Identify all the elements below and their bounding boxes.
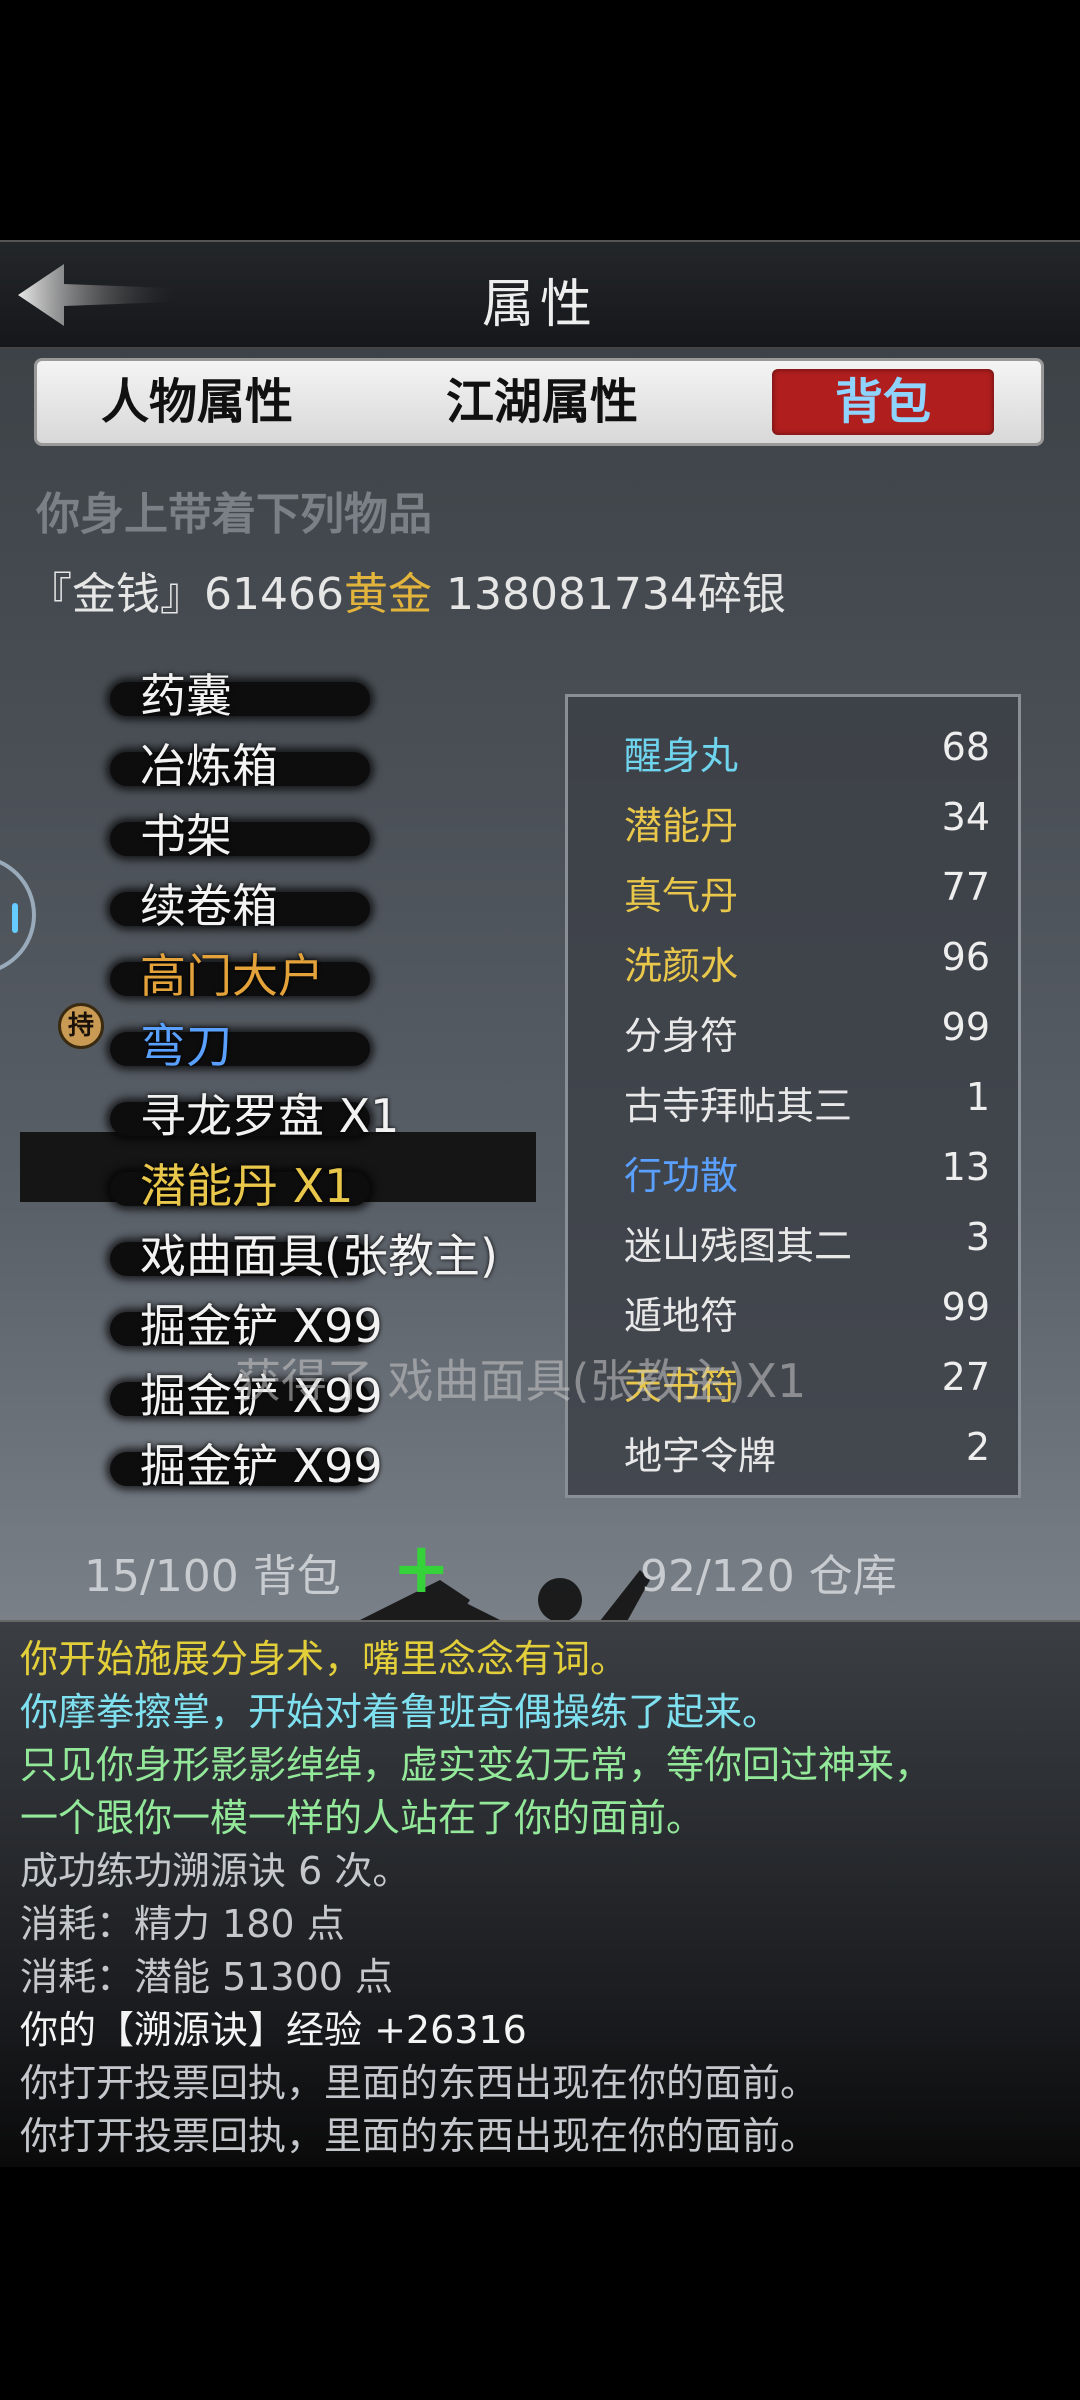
quick-item-name: 古寺拜帖其三 — [624, 1084, 853, 1128]
quick-item-row[interactable]: 迷山残图其二 3 — [568, 1207, 1018, 1268]
quick-item-count: 2 — [965, 1425, 990, 1469]
log-line: 你摩拳擦掌，开始对着鲁班奇偶操练了起来。 — [20, 1690, 781, 1734]
quick-item-count: 34 — [941, 795, 990, 839]
quick-item-name: 行功散 — [624, 1154, 739, 1198]
tab-backpack[interactable]: 背包 — [772, 369, 994, 435]
quick-item-count: 77 — [941, 865, 990, 909]
quick-item-name: 洗颜水 — [624, 944, 739, 988]
quick-item-count: 99 — [941, 1005, 990, 1049]
log-line: 消耗：潜能 51300 点 — [20, 1955, 394, 1999]
quick-item-row[interactable]: 行功散 13 — [568, 1137, 1018, 1198]
inventory-item-label: 戏曲面具(张教主) — [140, 1229, 498, 1283]
inventory-item[interactable]: 药囊 — [110, 660, 370, 730]
log-line: 你的【溯源诀】经验 +26316 — [20, 2008, 527, 2052]
quick-item-name: 真气丹 — [624, 874, 739, 918]
quick-item-count: 1 — [965, 1075, 990, 1119]
quick-item-row[interactable]: 分身符 99 — [568, 997, 1018, 1058]
inventory-item[interactable]: 掘金铲 X99 — [110, 1430, 383, 1500]
inventory-item[interactable]: 戏曲面具(张教主) — [110, 1220, 498, 1290]
inventory-item[interactable]: 潜能丹 X1 — [110, 1150, 370, 1220]
quick-item-name: 迷山残图其二 — [624, 1224, 853, 1268]
quick-item-count: 27 — [941, 1355, 990, 1399]
inventory-item-label: 潜能丹 X1 — [140, 1159, 354, 1213]
inventory-item-label: 冶炼箱 — [140, 739, 278, 793]
quick-item-count: 96 — [941, 935, 990, 979]
inventory-item[interactable]: 冶炼箱 — [110, 730, 370, 800]
inventory-item-label: 药囊 — [140, 669, 232, 723]
equipped-badge-icon: 持 — [58, 1003, 104, 1049]
quick-item-count: 3 — [965, 1215, 990, 1259]
gold-label: 黄金 — [343, 569, 432, 620]
quick-item-name: 分身符 — [624, 1014, 739, 1058]
log-line: 你开始施展分身术，嘴里念念有词。 — [20, 1637, 629, 1681]
quick-item-row[interactable]: 地字令牌 2 — [568, 1417, 1018, 1478]
quick-item-row[interactable]: 洗颜水 96 — [568, 927, 1018, 988]
expand-bag-plus-icon[interactable]: + — [392, 1533, 451, 1603]
quick-item-count: 68 — [941, 725, 990, 769]
quick-item-name: 潜能丹 — [624, 804, 739, 848]
quick-item-row[interactable]: 遁地符 99 — [568, 1277, 1018, 1338]
inventory-item[interactable]: 弯刀 — [110, 1010, 370, 1080]
log-line: 你打开投票回执，里面的东西出现在你的面前。 — [20, 2061, 819, 2105]
inventory-item[interactable]: 寻龙罗盘 X1 — [110, 1080, 399, 1150]
log-line: 你打开投票回执，里面的东西出现在你的面前。 — [20, 2114, 819, 2158]
quick-item-row[interactable]: 真气丹 77 — [568, 857, 1018, 918]
log-line: 只见你身形影影绰绰，虚实变幻无常，等你回过神来， — [20, 1743, 933, 1787]
warehouse-capacity[interactable]: 92/120 仓库 — [640, 1540, 897, 1604]
inventory-item[interactable]: 续卷箱 — [110, 870, 370, 940]
bag-capacity: 15/100 背包 — [84, 1551, 341, 1602]
item-obtained-toast: 获得了 戏曲面具(张教主)X1 — [235, 1354, 807, 1408]
money-prefix: 『金钱』61466 — [28, 569, 344, 620]
inventory-item[interactable]: 高门大户 — [110, 940, 370, 1010]
quick-item-row[interactable]: 潜能丹 34 — [568, 787, 1018, 848]
log-line: 一个跟你一模一样的人站在了你的面前。 — [20, 1796, 705, 1840]
inventory-item-label: 寻龙罗盘 X1 — [140, 1089, 400, 1143]
tab-bar: 人物属性 江湖属性 背包 — [34, 358, 1044, 446]
log-line: 消耗：精力 180 点 — [20, 1902, 345, 1946]
quick-item-name: 遁地符 — [624, 1294, 739, 1338]
quick-item-row[interactable]: 醒身丸 68 — [568, 717, 1018, 778]
quick-item-name: 醒身丸 — [624, 734, 739, 778]
message-log: 你开始施展分身术，嘴里念念有词。你摩拳擦掌，开始对着鲁班奇偶操练了起来。只见你身… — [0, 1620, 1080, 2167]
quick-item-name: 地字令牌 — [624, 1434, 777, 1478]
inventory-subtitle: 你身上带着下列物品 — [36, 489, 432, 540]
inventory-item-label: 高门大户 — [140, 949, 324, 1003]
quick-item-count: 13 — [941, 1145, 990, 1189]
quick-item-row[interactable]: 古寺拜帖其三 1 — [568, 1067, 1018, 1128]
quick-item-count: 99 — [941, 1285, 990, 1329]
header-bar: 属性 — [0, 240, 1080, 349]
inventory-item[interactable]: 书架 — [110, 800, 370, 870]
page-title: 属性 — [481, 275, 598, 335]
money-silver: 138081734碎银 — [431, 569, 786, 620]
tab-character-attributes[interactable]: 人物属性 — [77, 369, 317, 435]
inventory-item-label: 掘金铲 X99 — [140, 1439, 383, 1493]
inventory-item-label: 书架 — [140, 809, 232, 863]
inventory-item-label: 续卷箱 — [140, 879, 278, 933]
log-line: 成功练功溯源诀 6 次。 — [20, 1849, 411, 1893]
inventory-item-label: 弯刀 — [140, 1019, 232, 1073]
tab-jianghu-attributes[interactable]: 江湖属性 — [422, 369, 662, 435]
money-line: 『金钱』61466黄金 138081734碎银 — [28, 558, 786, 622]
